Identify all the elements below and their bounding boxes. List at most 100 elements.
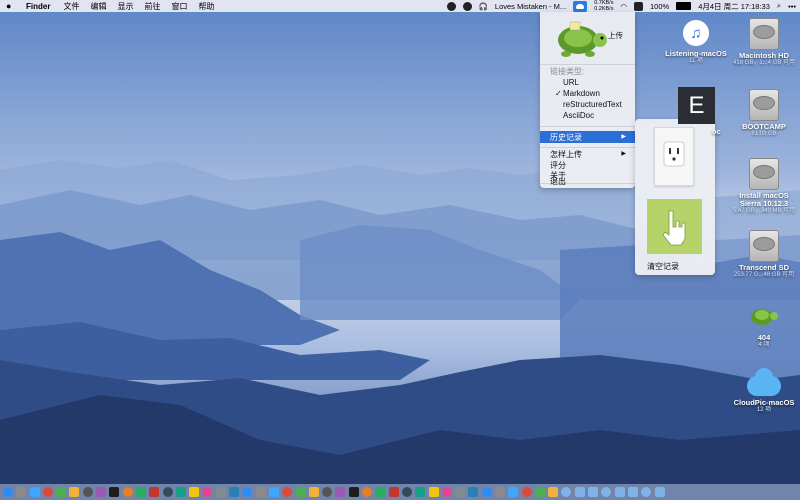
- dock-app-icon[interactable]: [335, 487, 346, 497]
- dock-app-icon[interactable]: [508, 487, 519, 497]
- dock-app-icon[interactable]: [375, 487, 386, 497]
- dock-app-icon[interactable]: [122, 487, 133, 497]
- dock-app-icon[interactable]: [295, 487, 306, 497]
- hard-drive-icon: [749, 18, 779, 50]
- dock-app-icon[interactable]: [308, 487, 319, 497]
- dock-app-icon[interactable]: [388, 487, 399, 497]
- menu-edit[interactable]: 编辑: [90, 1, 106, 12]
- dock-app-icon[interactable]: [455, 487, 466, 497]
- desktop-icon-cloudpic-macos[interactable]: CloudPic-macOS 12 项: [729, 368, 799, 414]
- dock-app-icon[interactable]: [654, 487, 665, 497]
- dock-app-icon[interactable]: [561, 487, 572, 497]
- dock-app-icon[interactable]: [42, 487, 53, 497]
- dock-app-icon[interactable]: [69, 487, 80, 497]
- wifi-icon[interactable]: ◠: [620, 2, 627, 11]
- e-app-icon[interactable]: E: [678, 87, 715, 124]
- dock-app-icon[interactable]: [322, 487, 333, 497]
- dock-app-icon[interactable]: [428, 487, 439, 497]
- link-type-restructuredtext[interactable]: reStructuredText: [563, 99, 643, 110]
- dock-app-icon[interactable]: [494, 487, 505, 497]
- music-note-icon: ♫: [683, 20, 709, 46]
- dock-app-icon[interactable]: [255, 487, 266, 497]
- dock-app-icon[interactable]: [162, 487, 173, 497]
- hard-drive-icon: [749, 158, 779, 190]
- dock-app-icon[interactable]: [56, 487, 67, 497]
- menu-item-how-to-upload[interactable]: 怎样上传 ▶: [550, 149, 630, 160]
- cloud-folder-icon: [747, 368, 781, 396]
- menu-bar: ● Finder 文件 编辑 显示 前往 窗口 帮助 🎧 Loves Mista…: [0, 0, 800, 12]
- dock-app-icon[interactable]: [521, 487, 532, 497]
- dock-app-icon[interactable]: [175, 487, 186, 497]
- circle-icon[interactable]: [462, 1, 472, 11]
- dock-app-icon[interactable]: [202, 487, 213, 497]
- dock-app-icon[interactable]: [229, 487, 240, 497]
- dock-app-icon[interactable]: [468, 487, 479, 497]
- turtle-folder-icon: [751, 309, 778, 325]
- dock-app-icon[interactable]: [268, 487, 279, 497]
- menu-app-name[interactable]: Finder: [26, 2, 50, 11]
- dock-app-icon[interactable]: [362, 487, 373, 497]
- desktop-icon-bootcamp[interactable]: BOOTCAMP 81.03 GB: [729, 89, 799, 138]
- dock-app-icon[interactable]: [627, 487, 638, 497]
- menu-separator: [540, 126, 635, 127]
- menu-item-history[interactable]: 历史记录 ▶: [550, 132, 630, 143]
- dock-app-icon[interactable]: [534, 487, 545, 497]
- desktop-icon-macintosh-hd[interactable]: Macintosh HD 418 GB，1...4 GB 可用: [729, 18, 799, 67]
- apple-icon[interactable]: ●: [6, 1, 16, 11]
- dock-app-icon[interactable]: [29, 487, 40, 497]
- dock-app-icon[interactable]: [481, 487, 492, 497]
- dock-app-icon[interactable]: [109, 487, 120, 497]
- dock-app-icon[interactable]: [601, 487, 612, 497]
- headphones-icon[interactable]: 🎧: [479, 2, 488, 11]
- dock-app-icon[interactable]: [614, 487, 625, 497]
- net-speed: 0.7KB/s 0.2KB/s: [594, 0, 613, 12]
- link-type-markdown[interactable]: ✓ Markdown: [555, 88, 643, 99]
- history-thumbnail[interactable]: [654, 127, 694, 186]
- input-method-icon[interactable]: [634, 1, 643, 11]
- dock-app-icon[interactable]: [189, 487, 200, 497]
- desktop-icon-install-macos[interactable]: Install macOS Sierra 10.12.3 5.47 GB，349…: [729, 158, 799, 215]
- dock-app-icon[interactable]: [348, 487, 359, 497]
- link-type-asciidoc[interactable]: AsciiDoc: [563, 110, 643, 121]
- dock-app-icon[interactable]: [548, 487, 559, 497]
- menu-file[interactable]: 文件: [63, 1, 79, 12]
- menu-window[interactable]: 窗口: [171, 1, 187, 12]
- upload-button[interactable]: 上传: [608, 30, 623, 41]
- link-type-url[interactable]: URL: [563, 77, 643, 88]
- history-thumbnail[interactable]: [647, 199, 702, 254]
- dock-app-icon[interactable]: [215, 487, 226, 497]
- dock-app-icon[interactable]: [82, 487, 93, 497]
- dock-app-icon[interactable]: [149, 487, 160, 497]
- dock-app-icon[interactable]: [242, 487, 253, 497]
- upload-dropdown-menu: 上传 链接类型: URL ✓ Markdown reStructuredText…: [540, 12, 635, 188]
- dock-app-icon[interactable]: [3, 487, 13, 497]
- dock-app-icon[interactable]: [135, 487, 146, 497]
- dock-app-icon[interactable]: [641, 487, 652, 497]
- dock-app-icon[interactable]: [415, 487, 426, 497]
- dock-app-icon[interactable]: [588, 487, 599, 497]
- link-type-markdown-label: Markdown: [563, 89, 600, 98]
- now-playing[interactable]: Loves Mistaken - M...: [495, 2, 566, 11]
- dock-app-icon[interactable]: [282, 487, 293, 497]
- menu-item-quit[interactable]: 退出: [550, 176, 566, 187]
- hard-drive-icon: [749, 230, 779, 262]
- search-icon[interactable]: ⌕: [777, 1, 781, 11]
- desktop-icon-listening-macos[interactable]: ♫ Listening-macOS 11 项: [661, 20, 731, 65]
- desktop-icon-404[interactable]: 404 4 项: [729, 300, 799, 349]
- clock[interactable]: 4月4日 周二 17:18:33: [698, 1, 770, 12]
- dock-app-icon[interactable]: [96, 487, 107, 497]
- upload-cloud-icon[interactable]: [573, 0, 588, 12]
- history-submenu: 清空记录: [635, 119, 715, 275]
- dock-app-icon[interactable]: [16, 487, 27, 497]
- desktop-icon-transcend-sd[interactable]: Transcend SD 253.77 G...48 GB 可用: [729, 230, 799, 279]
- dock-app-icon[interactable]: [574, 487, 585, 497]
- battery-icon[interactable]: [676, 2, 692, 10]
- menu-go[interactable]: 前往: [144, 1, 160, 12]
- more-icon[interactable]: •••: [788, 2, 796, 11]
- qq-icon[interactable]: [446, 1, 456, 11]
- dock-app-icon[interactable]: [401, 487, 412, 497]
- clear-history-button[interactable]: 清空记录: [647, 261, 679, 272]
- menu-view[interactable]: 显示: [117, 1, 133, 12]
- menu-help[interactable]: 帮助: [198, 1, 214, 12]
- dock-app-icon[interactable]: [441, 487, 452, 497]
